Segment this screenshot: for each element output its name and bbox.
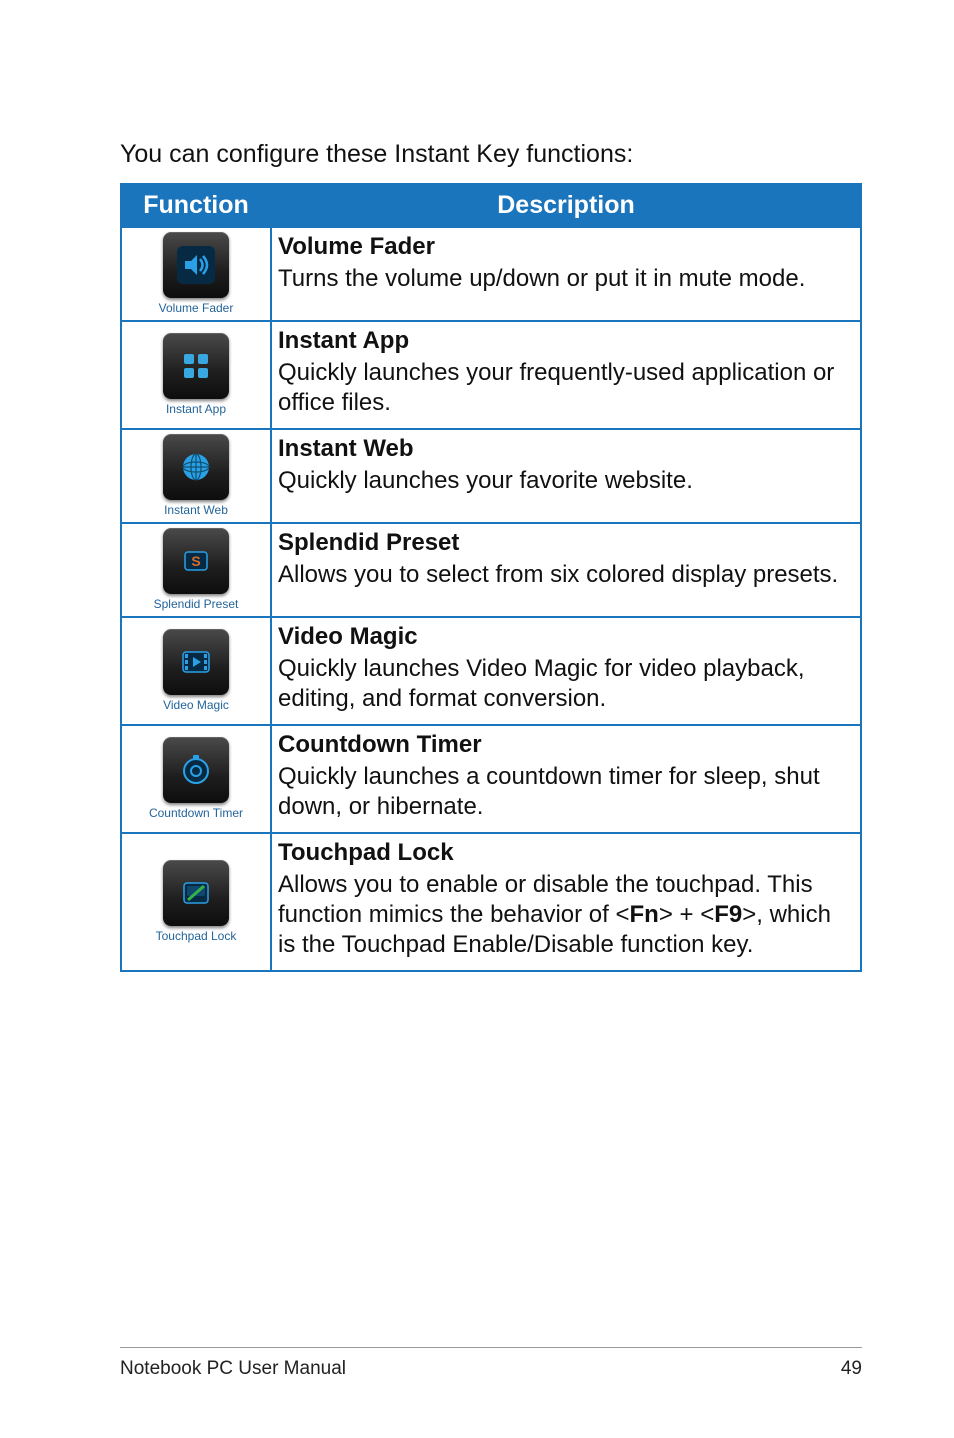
icon-caption: Countdown Timer [149, 806, 243, 821]
row-desc: Quickly launches your frequently-used ap… [278, 359, 834, 416]
countdown-timer-icon [163, 737, 229, 803]
instant-key-table: Function Description [120, 183, 862, 972]
fn-key-1: Fn [630, 901, 659, 928]
splendid-preset-icon: S [163, 528, 229, 594]
row-desc: Quickly launches Video Magic for video p… [278, 655, 805, 712]
table-row: Instant Web Instant Web Quickly launches… [121, 429, 861, 523]
row-title: Splendid Preset [278, 528, 854, 558]
icon-caption: Video Magic [163, 698, 229, 713]
icon-caption: Instant Web [164, 503, 228, 518]
table-row: Volume Fader Volume Fader Turns the volu… [121, 227, 861, 321]
footer-left: Notebook PC User Manual [120, 1358, 346, 1380]
icon-caption: Instant App [166, 402, 226, 417]
row-title: Touchpad Lock [278, 838, 854, 868]
row-desc: Quickly launches your favorite website. [278, 467, 693, 494]
instant-app-icon [163, 333, 229, 399]
volume-fader-icon [163, 232, 229, 298]
row-desc: Allows you to enable or disable the touc… [278, 871, 831, 958]
touchpad-lock-icon [163, 860, 229, 926]
row-title: Volume Fader [278, 232, 854, 262]
intro-text: You can configure these Instant Key func… [120, 140, 862, 169]
row-desc: Turns the volume up/down or put it in mu… [278, 265, 805, 292]
svg-text:S: S [191, 553, 200, 569]
row-title: Instant Web [278, 434, 854, 464]
table-row: Countdown Timer Countdown Timer Quickly … [121, 725, 861, 833]
table-row: Instant App Instant App Quickly launches… [121, 321, 861, 429]
icon-caption: Volume Fader [159, 301, 234, 316]
col-description: Description [271, 184, 861, 227]
row-desc: Allows you to select from six colored di… [278, 561, 838, 588]
row-title: Video Magic [278, 622, 854, 652]
icon-caption: Touchpad Lock [156, 929, 237, 944]
page-footer: Notebook PC User Manual 49 [120, 1347, 862, 1380]
row-title: Countdown Timer [278, 730, 854, 760]
row-desc: Quickly launches a countdown timer for s… [278, 763, 820, 820]
col-function: Function [121, 184, 271, 227]
row-title: Instant App [278, 326, 854, 356]
icon-caption: Splendid Preset [154, 597, 239, 612]
video-magic-icon [163, 629, 229, 695]
table-row: S Splendid Preset Splendid Preset Allows… [121, 523, 861, 617]
instant-web-icon [163, 434, 229, 500]
table-row: Touchpad Lock Touchpad Lock Allows you t… [121, 833, 861, 971]
footer-page-number: 49 [841, 1358, 862, 1380]
table-row: Video Magic Video Magic Quickly launches… [121, 617, 861, 725]
row-desc-mid: > + < [659, 901, 714, 928]
fn-key-2: F9 [714, 901, 742, 928]
